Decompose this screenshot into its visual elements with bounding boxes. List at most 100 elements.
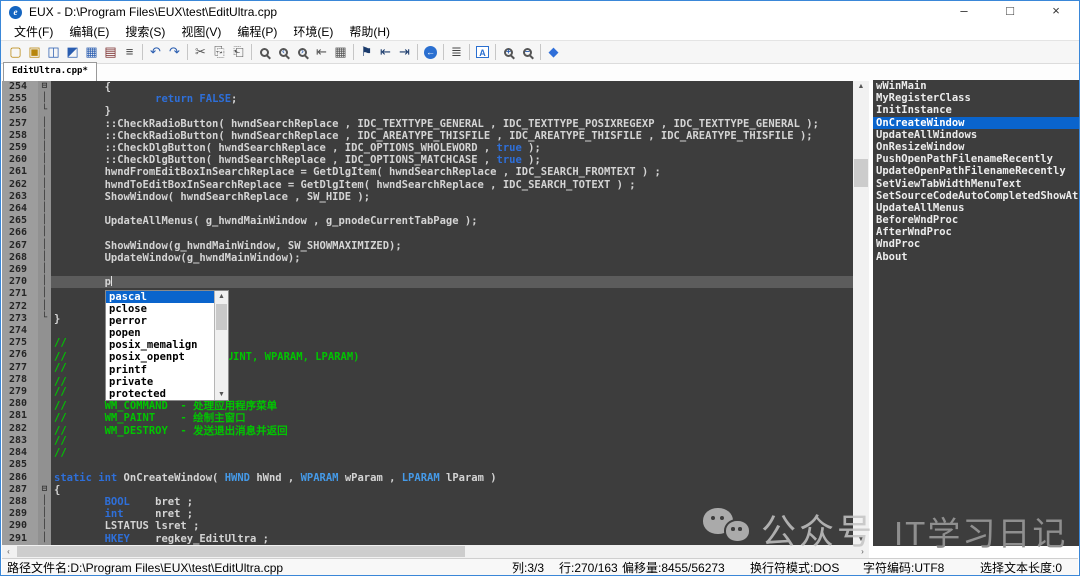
fold-margin[interactable] [38, 459, 51, 471]
fold-margin[interactable]: │ [38, 154, 51, 166]
menu-item[interactable]: 帮助(H) [341, 23, 398, 40]
tab-editultra[interactable]: EditUltra.cpp* [3, 62, 97, 83]
code-line[interactable]: 290│ LSTATUS lsret ; [2, 520, 853, 532]
function-list-item[interactable]: OnCreateWindow [873, 117, 1079, 129]
find-prev-icon[interactable]: ‹ [274, 43, 293, 61]
autocomplete-item[interactable]: printf [106, 364, 214, 376]
code-line[interactable]: 268│ UpdateWindow(g_hwndMainWindow); [2, 252, 853, 264]
fold-margin[interactable]: └ [38, 105, 51, 117]
code-line[interactable]: 284// [2, 447, 853, 459]
code-line[interactable]: 266│ [2, 227, 853, 239]
function-list-item[interactable]: PushOpenPathFilenameRecently [873, 153, 1079, 165]
function-list-item[interactable]: About [873, 251, 1079, 263]
goto-icon[interactable]: ⇤ [312, 43, 331, 61]
autocomplete-item[interactable]: posix_openpt [106, 351, 214, 363]
scroll-up-icon[interactable]: ▲ [853, 81, 869, 92]
function-list-item[interactable]: SetViewTabWidthMenuText [873, 178, 1079, 190]
code-line[interactable]: 291│ HKEY regkey_EditUltra ; [2, 533, 853, 545]
scrollbar-thumb[interactable] [17, 546, 465, 557]
code-line[interactable]: 256└ } [2, 105, 853, 117]
about-icon[interactable]: ◆ [544, 43, 563, 61]
paste-icon[interactable]: ⎗ [229, 43, 248, 61]
fold-margin[interactable]: │ [38, 191, 51, 203]
fold-margin[interactable] [38, 447, 51, 459]
function-list-item[interactable]: MyRegisterClass [873, 92, 1079, 104]
fold-margin[interactable]: ⊟ [38, 81, 51, 93]
fold-margin[interactable]: ⊟ [38, 484, 51, 496]
fold-margin[interactable] [38, 337, 51, 349]
function-list-item[interactable]: UpdateOpenPathFilenameRecently [873, 165, 1079, 177]
code-line[interactable]: 264│ [2, 203, 853, 215]
code-line[interactable]: 287⊟{ [2, 484, 853, 496]
fold-margin[interactable]: │ [38, 215, 51, 227]
menu-item[interactable]: 视图(V) [173, 23, 229, 40]
zoom-in-icon[interactable]: + [499, 43, 518, 61]
undo-icon[interactable]: ↶ [146, 43, 165, 61]
scroll-down-icon[interactable]: ▼ [853, 534, 869, 545]
autocomplete-item[interactable]: popen [106, 327, 214, 339]
redo-icon[interactable]: ↷ [165, 43, 184, 61]
fold-margin[interactable]: │ [38, 520, 51, 532]
bookmark-prev-icon[interactable]: ⇤ [376, 43, 395, 61]
fold-margin[interactable]: └ [38, 313, 51, 325]
fold-margin[interactable]: │ [38, 203, 51, 215]
function-list-item[interactable]: AfterWndProc [873, 226, 1079, 238]
function-list-item[interactable]: InitInstance [873, 104, 1079, 116]
fold-margin[interactable]: │ [38, 93, 51, 105]
scrollbar-thumb[interactable] [216, 304, 227, 330]
autocomplete-item[interactable]: protected [106, 388, 214, 400]
fold-margin[interactable]: │ [38, 240, 51, 252]
code-line[interactable]: 263│ ShowWindow( hwndSearchReplace , SW_… [2, 191, 853, 203]
function-list-item[interactable]: UpdateAllMenus [873, 202, 1079, 214]
replace-icon[interactable]: ▦ [331, 43, 350, 61]
open-file-icon[interactable]: ▣ [25, 43, 44, 61]
autocomplete-item[interactable]: pclose [106, 303, 214, 315]
scroll-right-icon[interactable]: › [856, 545, 869, 558]
fold-margin[interactable] [38, 349, 51, 361]
scrollbar-thumb[interactable] [854, 159, 868, 187]
close-file-icon[interactable]: ▤ [101, 43, 120, 61]
bookmark-toggle-icon[interactable]: ⚑ [357, 43, 376, 61]
menu-item[interactable]: 编辑(E) [61, 23, 117, 40]
code-line[interactable]: 286static int OnCreateWindow( HWND hWnd … [2, 472, 853, 484]
fold-margin[interactable]: │ [38, 264, 51, 276]
code-line[interactable]: 259│ ::CheckDlgButton( hwndSearchReplace… [2, 142, 853, 154]
fold-margin[interactable]: │ [38, 276, 51, 288]
fold-margin[interactable]: │ [38, 533, 51, 545]
fold-margin[interactable] [38, 386, 51, 398]
code-line[interactable]: 254⊟ { [2, 81, 853, 93]
scroll-left-icon[interactable]: ‹ [2, 545, 15, 558]
save-icon[interactable]: ◫ [44, 43, 63, 61]
code-line[interactable]: 267│ ShowWindow(g_hwndMainWindow, SW_SHO… [2, 240, 853, 252]
code-line[interactable]: 283// [2, 435, 853, 447]
code-line[interactable]: 261│ hwndFromEditBoxInSearchReplace = Ge… [2, 166, 853, 178]
function-list-item[interactable]: wWinMain [873, 80, 1079, 92]
find-next-icon[interactable]: › [293, 43, 312, 61]
fold-margin[interactable] [38, 398, 51, 410]
function-list-item[interactable]: OnResizeWindow [873, 141, 1079, 153]
code-line[interactable]: 265│ UpdateAllMenus( g_hwndMainWindow , … [2, 215, 853, 227]
code-line[interactable]: 285 [2, 459, 853, 471]
fold-margin[interactable]: │ [38, 508, 51, 520]
code-line[interactable]: 270│ p [2, 276, 853, 288]
autocomplete-item[interactable]: private [106, 376, 214, 388]
autocomplete-item[interactable]: posix_memalign [106, 339, 214, 351]
editor-horizontal-scrollbar[interactable]: ‹ › [2, 545, 869, 558]
fold-margin[interactable] [38, 435, 51, 447]
fold-margin[interactable]: │ [38, 142, 51, 154]
minimize-button[interactable]: – [941, 1, 987, 23]
menu-item[interactable]: 环境(E) [285, 23, 341, 40]
scroll-up-icon[interactable]: ▲ [215, 291, 228, 302]
syntax-highlight-icon[interactable]: A [473, 43, 492, 61]
fold-margin[interactable]: │ [38, 252, 51, 264]
menu-item[interactable]: 搜索(S) [117, 23, 173, 40]
fold-margin[interactable]: │ [38, 227, 51, 239]
copy-icon[interactable]: ⎘ [210, 43, 229, 61]
code-line[interactable]: 258│ ::CheckRadioButton( hwndSearchRepla… [2, 130, 853, 142]
autocomplete-item[interactable]: pascal [106, 291, 214, 303]
fold-margin[interactable] [38, 362, 51, 374]
bookmark-next-icon[interactable]: ⇥ [395, 43, 414, 61]
menu-item[interactable]: 编程(P) [229, 23, 285, 40]
function-list-item[interactable]: WndProc [873, 238, 1079, 250]
scroll-down-icon[interactable]: ▼ [215, 389, 228, 400]
